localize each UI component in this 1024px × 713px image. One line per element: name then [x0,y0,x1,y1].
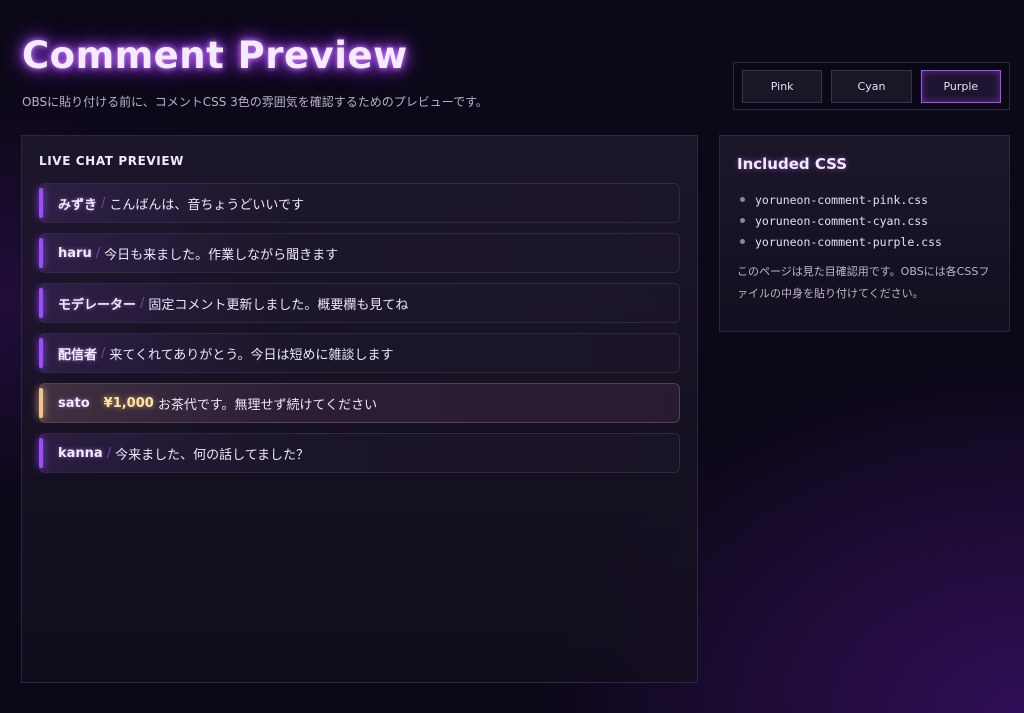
chat-message: kanna / 今来ました、何の話してました？ [39,433,680,473]
bullet-icon [740,239,745,244]
chat-text: 来てくれてありがとう。今日は短めに雑談します [109,347,394,363]
css-file-name: yoruneon-comment-purple.css [755,234,942,249]
superchat-message: sato ¥1,000 お茶代です。無理せず続けてください [39,383,680,423]
css-file-item: yoruneon-comment-purple.css [740,231,942,252]
chat-message: haru / 今日も来ました。作業しながら聞きます [39,233,680,273]
chat-message: モデレーター / 固定コメント更新しました。概要欄も見てね [39,283,680,323]
css-file-name: yoruneon-comment-pink.css [755,192,929,207]
live-chat-panel: LIVE CHAT PREVIEW みずき / こんばんは、音ちょうどいいです … [21,135,698,683]
css-usage-note: このページは見た目確認用です。OBSには各CSSファイルの中身を貼り付けてくださ… [737,265,990,300]
included-css-title: Included CSS [737,155,848,173]
chat-author: kanna [58,445,103,461]
superchat-amount: ¥1,000 [103,395,154,411]
chat-author: みずき [58,197,98,213]
included-css-panel: Included CSS yoruneon-comment-pink.css y… [719,135,1010,332]
page-title: Comment Preview [22,34,408,77]
css-file-name: yoruneon-comment-cyan.css [755,213,929,228]
chat-author: haru [58,245,92,261]
theme-pink-button[interactable]: Pink [742,69,823,103]
live-chat-heading: LIVE CHAT PREVIEW [39,154,184,168]
chat-separator: / [101,345,106,361]
chat-message: 配信者 / 来てくれてありがとう。今日は短めに雑談します [39,333,680,373]
chat-separator: / [140,295,145,311]
chat-text: 固定コメント更新しました。概要欄も見てね [148,297,409,313]
chat-separator: / [106,445,112,461]
theme-switch: Pink Cyan Purple [733,62,1010,110]
chat-list: みずき / こんばんは、音ちょうどいいです haru / 今日も来ました。作業し… [39,183,680,473]
chat-separator: / [95,245,101,261]
page-subtitle: OBSに貼り付ける前に、コメントCSS 3色の雰囲気を確認するためのプレビューで… [22,95,488,109]
chat-text: 今日も来ました。作業しながら聞きます [104,247,339,263]
bullet-icon [740,197,745,202]
theme-cyan-button[interactable]: Cyan [831,69,912,103]
chat-message: みずき / こんばんは、音ちょうどいいです [39,183,680,223]
chat-text: お茶代です。無理せず続けてください [157,397,378,413]
chat-author: 配信者 [58,347,98,363]
chat-text: こんばんは、音ちょうどいいです [109,197,305,213]
css-file-item: yoruneon-comment-cyan.css [740,210,942,231]
css-file-list: yoruneon-comment-pink.css yoruneon-comme… [740,189,942,252]
bullet-icon [740,218,745,223]
chat-author: モデレーター [58,297,137,313]
chat-separator: / [101,195,106,211]
chat-author: sato [58,395,90,411]
chat-text: 今来ました、何の話してました？ [115,447,310,463]
css-file-item: yoruneon-comment-pink.css [740,189,942,210]
theme-purple-button[interactable]: Purple [920,69,1001,103]
